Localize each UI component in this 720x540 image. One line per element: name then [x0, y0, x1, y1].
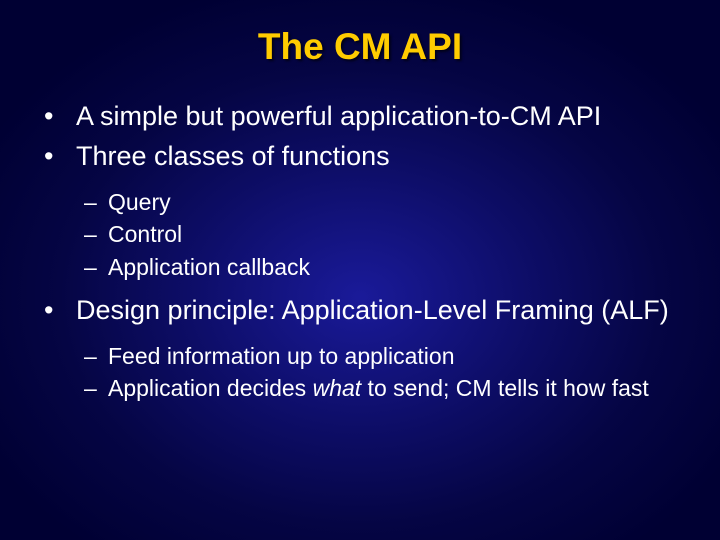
bullet-level1: • Design principle: Application-Level Fr…	[44, 294, 676, 328]
text-run-italic: what	[313, 375, 362, 401]
bullet-text: A simple but powerful application-to-CM …	[76, 100, 676, 134]
bullet-marker: •	[44, 294, 76, 328]
bullet-level2: – Feed information up to application	[84, 342, 676, 371]
bullet-marker: –	[84, 188, 108, 217]
bullet-text: Design principle: Application-Level Fram…	[76, 294, 676, 328]
slide-body: • A simple but powerful application-to-C…	[44, 100, 676, 407]
bullet-level2: – Control	[84, 220, 676, 249]
slide: The CM API • A simple but powerful appli…	[0, 0, 720, 540]
bullet-marker: •	[44, 140, 76, 174]
bullet-level1: • Three classes of functions	[44, 140, 676, 174]
bullet-level2: – Application callback	[84, 253, 676, 282]
text-run: to send; CM tells it how fast	[361, 375, 649, 401]
bullet-text: Application decides what to send; CM tel…	[108, 374, 676, 403]
slide-title: The CM API	[0, 26, 720, 68]
bullet-text: Application callback	[108, 253, 676, 282]
bullet-marker: –	[84, 220, 108, 249]
text-run: Application decides	[108, 375, 313, 401]
bullet-marker: –	[84, 253, 108, 282]
bullet-marker: –	[84, 374, 108, 403]
bullet-level2: – Application decides what to send; CM t…	[84, 374, 676, 403]
bullet-text: Feed information up to application	[108, 342, 676, 371]
bullet-text: Query	[108, 188, 676, 217]
bullet-level2: – Query	[84, 188, 676, 217]
bullet-marker: –	[84, 342, 108, 371]
bullet-marker: •	[44, 100, 76, 134]
bullet-level1: • A simple but powerful application-to-C…	[44, 100, 676, 134]
bullet-text: Three classes of functions	[76, 140, 676, 174]
bullet-text: Control	[108, 220, 676, 249]
